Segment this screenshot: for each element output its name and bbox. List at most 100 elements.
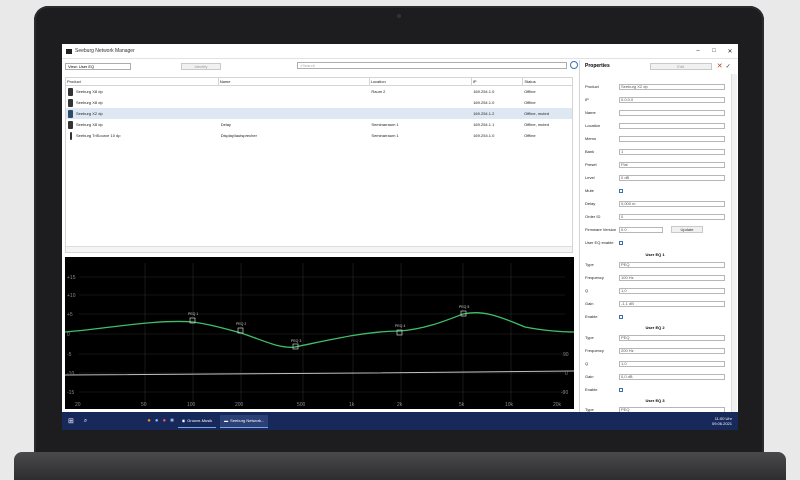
col-ip[interactable]: IP bbox=[472, 78, 524, 85]
eq1-frequency: Frequency 100 Hz bbox=[585, 274, 725, 281]
eq1-frequency-stepper[interactable]: 100 Hz bbox=[619, 274, 725, 281]
prop-firmware: Firmware Version 0.0 Update bbox=[585, 226, 725, 233]
prop-label: Delay bbox=[585, 201, 596, 206]
confirm-icon[interactable]: ✓ bbox=[726, 63, 731, 70]
preset-select[interactable]: Flat bbox=[619, 161, 725, 168]
prop-label: Enable bbox=[585, 314, 598, 319]
prop-label: Q bbox=[585, 361, 589, 366]
app-window: Seeburg Network Manager – □ ✕ View: User… bbox=[62, 44, 738, 413]
eq2-enable-checkbox[interactable] bbox=[619, 387, 623, 392]
table-row[interactable]: Seeburg X8 dp Delay Seminarraum 1 169.25… bbox=[66, 119, 572, 130]
close-button[interactable]: ✕ bbox=[722, 48, 738, 55]
col-location[interactable]: Location bbox=[370, 78, 472, 85]
prop-label: User EQ enable bbox=[585, 240, 614, 245]
eq1-q-stepper[interactable]: 1,0 bbox=[619, 287, 725, 294]
prop-label: Frequency bbox=[585, 275, 604, 280]
view-select[interactable]: View: User EQ bbox=[65, 63, 131, 70]
prop-label: Q bbox=[585, 288, 589, 293]
cell-status: Offline bbox=[524, 100, 536, 105]
chrome-icon[interactable]: ● bbox=[163, 418, 167, 424]
cell-ip: 169.254.1.1 bbox=[473, 122, 495, 127]
table-row-selected[interactable]: Seeburg X2 dp 169.254.1.2 Offline, muted bbox=[66, 108, 572, 119]
speaker-icon bbox=[68, 87, 73, 96]
eq2-heading: User EQ 2 bbox=[645, 325, 665, 330]
ip-field[interactable]: 0.0.0.0 bbox=[619, 96, 725, 103]
y-tick: +5 bbox=[67, 312, 73, 318]
eq2-q-stepper[interactable]: 1,0 bbox=[619, 360, 725, 367]
bank-stepper[interactable]: 1 bbox=[619, 148, 725, 155]
search-placeholder: Search bbox=[302, 63, 315, 68]
name-field[interactable] bbox=[619, 109, 725, 116]
peq-label: PEQ 2 bbox=[236, 322, 246, 326]
eq2-gain: Gain 0,0 dB bbox=[585, 373, 725, 380]
properties-scrollbar[interactable] bbox=[731, 74, 737, 412]
eq1-enable: Enable bbox=[585, 313, 725, 320]
update-button[interactable]: Update bbox=[671, 226, 703, 233]
taskbar: ⊞ ⌕ ● ● ● ■ ◉ Groove-Musik ▬ Seeburg Netwo… bbox=[62, 412, 738, 430]
user-eq-enable-checkbox[interactable] bbox=[619, 240, 623, 245]
prop-mute: Mute bbox=[585, 187, 725, 194]
table-row[interactable]: Seeburg X8 dp 169.254.1.0 Offline bbox=[66, 97, 572, 108]
prop-label: Mute bbox=[585, 188, 594, 193]
app-icon bbox=[66, 48, 72, 54]
phase-tick: 90 bbox=[563, 352, 569, 358]
explorer-icon[interactable]: ● bbox=[155, 418, 159, 424]
eq1-type-select[interactable]: PEQ bbox=[619, 261, 725, 268]
eq1-gain-stepper[interactable]: -1,1 dB bbox=[619, 300, 725, 307]
speaker-icon bbox=[68, 98, 73, 107]
cell-ip: 169.254.1.0 bbox=[473, 100, 495, 105]
col-product[interactable]: Product bbox=[66, 78, 219, 85]
prop-label: Type bbox=[585, 335, 594, 340]
peq-label: PEQ 3 bbox=[291, 339, 301, 343]
edit-button[interactable]: Edit bbox=[649, 62, 712, 70]
col-status[interactable]: Status bbox=[523, 78, 572, 85]
col-name[interactable]: Name bbox=[219, 78, 370, 85]
location-field[interactable] bbox=[619, 122, 725, 129]
eq2-frequency-stepper[interactable]: 200 Hz bbox=[619, 347, 725, 354]
cancel-icon[interactable]: ✕ bbox=[717, 62, 723, 70]
y-tick: -5 bbox=[67, 352, 72, 358]
cell-name: Display/lautsprecher bbox=[220, 133, 257, 138]
memo-field[interactable] bbox=[619, 135, 725, 142]
system-tray[interactable]: 11:00 Uhr 09.06.2021 bbox=[712, 416, 732, 426]
outlook-icon[interactable]: ■ bbox=[170, 418, 174, 424]
groove-icon: ◉ bbox=[181, 418, 186, 423]
eq1-enable-checkbox[interactable] bbox=[619, 314, 623, 319]
prop-label: Product bbox=[585, 84, 599, 89]
search-icon[interactable]: ⌕ bbox=[84, 418, 87, 425]
taskbar-seeburg-network[interactable]: ▬ Seeburg Network... bbox=[220, 414, 269, 428]
screen: Seeburg Network Manager – □ ✕ View: User… bbox=[62, 44, 738, 430]
x-tick: 5k bbox=[459, 402, 465, 408]
eq2-type-select[interactable]: PEQ bbox=[619, 334, 725, 341]
level-stepper[interactable]: 0 dB bbox=[619, 174, 725, 181]
properties-panel: Properties Edit ✕ ✓ Product Seeburg X2 dp… bbox=[579, 60, 738, 413]
table-row[interactable]: Seeburg X8 dp Raum 2 169.254.1.0 Offline bbox=[66, 86, 572, 97]
firefox-icon[interactable]: ● bbox=[147, 418, 151, 424]
identify-button[interactable]: Identify bbox=[181, 63, 221, 70]
product-select[interactable]: Seeburg X2 dp bbox=[619, 83, 725, 90]
delay-stepper[interactable]: 0,000 m bbox=[619, 200, 725, 207]
prop-label: Firmware Version bbox=[585, 227, 617, 232]
prop-label: Order ID bbox=[585, 214, 601, 219]
mute-checkbox[interactable] bbox=[619, 188, 623, 193]
peq-label: PEQ 4 bbox=[395, 324, 405, 328]
eq2-gain-stepper[interactable]: 0,0 dB bbox=[619, 373, 725, 380]
phase-tick: 0 bbox=[565, 371, 568, 377]
settings-icon[interactable] bbox=[570, 61, 578, 69]
prop-label: Enable bbox=[585, 387, 598, 392]
cell-ip: 169.254.1.0 bbox=[473, 133, 495, 138]
order-id-stepper[interactable]: 0 bbox=[619, 213, 725, 220]
prop-label: Location bbox=[585, 123, 601, 128]
taskbar-groove-music[interactable]: ◉ Groove-Musik bbox=[177, 415, 217, 428]
search-input[interactable]: ⌕ Search bbox=[297, 62, 567, 69]
x-tick: 1k bbox=[349, 402, 355, 408]
maximize-button[interactable]: □ bbox=[706, 48, 722, 54]
table-row[interactable]: Seeburg TriSource 10 dp Display/lautspre… bbox=[66, 130, 572, 141]
eq-response-graph[interactable]: PEQ 1 PEQ 2 PEQ 3 PEQ 4 PEQ 5 +15 +10 +5… bbox=[65, 257, 574, 409]
minimize-button[interactable]: – bbox=[690, 48, 706, 54]
table-header: Product Name Location IP Status bbox=[66, 78, 572, 86]
prop-order-id: Order ID 0 bbox=[585, 213, 725, 220]
horizontal-scrollbar[interactable] bbox=[66, 246, 572, 252]
windows-start-icon[interactable]: ⊞ bbox=[68, 417, 74, 425]
cell-ip: 169.254.1.0 bbox=[473, 89, 495, 94]
